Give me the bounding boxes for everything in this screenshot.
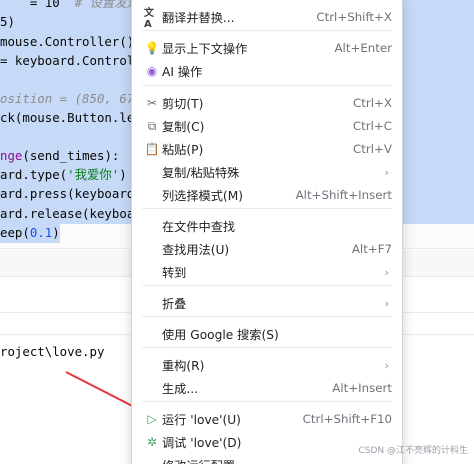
- watermark: CSDN @江不亮辉的计科生: [358, 446, 468, 456]
- code-token: mouse.Controller(): [0, 34, 135, 49]
- menu-item-shortcut: Alt+F7: [351, 242, 392, 256]
- menu-separator: [142, 401, 392, 402]
- copy-icon: ⧉: [147, 118, 157, 133]
- code-line[interactable]: = keyboard.Control: [0, 52, 134, 70]
- paste-icon: 📋: [144, 142, 160, 156]
- menu-item-shortcut: Ctrl+V: [353, 142, 392, 156]
- menu-item-label: 重构(R): [162, 359, 205, 373]
- menu-separator: [142, 347, 392, 348]
- menu-item-shortcut: Alt+Insert: [332, 381, 392, 395]
- code-line[interactable]: nge(send_times):: [0, 147, 119, 165]
- menu-item-translate[interactable]: 文A 翻译并替换... Ctrl+Shift+X: [136, 5, 398, 30]
- code-line[interactable]: osition = (850, 67: [0, 90, 134, 108]
- menu-item-paste[interactable]: 📋 粘贴(P) Ctrl+V: [136, 137, 398, 161]
- chevron-right-icon: ›: [384, 296, 389, 310]
- menu-item-find-in-files[interactable]: 在文件中查找: [136, 214, 398, 238]
- ai-icon: ◉: [146, 64, 158, 78]
- code-token: = keyboard.Control: [0, 53, 135, 68]
- code-line[interactable]: ard.type('我爱你'): [0, 166, 127, 184]
- code-token: 5): [0, 14, 15, 29]
- menu-item-label: 翻译并替换...: [162, 11, 235, 25]
- menu-item-ai-actions[interactable]: ◉ AI 操作: [136, 59, 398, 83]
- menu-item-label: 在文件中查找: [162, 220, 236, 234]
- code-token: = 10: [0, 0, 75, 10]
- chevron-right-icon: ›: [384, 358, 389, 372]
- menu-item-label: 粘贴(P): [162, 143, 204, 157]
- menu-item-shortcut: Ctrl+Shift+X: [316, 10, 392, 24]
- code-line[interactable]: mouse.Controller(): [0, 33, 134, 51]
- code-token: ): [119, 167, 127, 182]
- menu-item-copy-paste-special[interactable]: 复制/粘贴特殊 ›: [136, 160, 398, 184]
- run-icon: ▷: [147, 412, 157, 426]
- code-line[interactable]: ard.release(keyboa: [0, 205, 134, 223]
- code-token: nge: [0, 148, 23, 163]
- code-token: ard.release(keyboa: [0, 206, 135, 221]
- code-line[interactable]: 5): [0, 13, 15, 31]
- menu-item-shortcut: Alt+Enter: [334, 41, 392, 55]
- menu-separator: [142, 85, 392, 86]
- menu-item-column-selection[interactable]: 列选择模式(M) Alt+Shift+Insert: [136, 183, 398, 207]
- menu-item-shortcut: Alt+Shift+Insert: [295, 188, 392, 202]
- code-line[interactable]: eep(0.1): [0, 224, 60, 242]
- lightbulb-icon: 💡: [144, 41, 160, 55]
- menu-item-label: 查找用法(U): [162, 243, 230, 257]
- menu-separator: [142, 285, 392, 286]
- menu-item-label: 剪切(T): [162, 97, 204, 111]
- menu-item-generate[interactable]: 生成... Alt+Insert: [136, 376, 398, 400]
- menu-item-label: 显示上下文操作: [162, 42, 248, 56]
- menu-separator: [142, 30, 392, 31]
- menu-item-label: 列选择模式(M): [162, 189, 243, 203]
- menu-item-label: 运行 'love'(U): [162, 413, 241, 427]
- debug-icon: ✲: [146, 435, 158, 449]
- menu-item-label: 转到: [162, 266, 187, 280]
- menu-item-label: 复制(C): [162, 120, 205, 134]
- menu-item-cut[interactable]: ✂ 剪切(T) Ctrl+X: [136, 91, 398, 115]
- menu-item-label: AI 操作: [162, 65, 203, 79]
- menu-item-label: 使用 Google 搜索(S): [162, 328, 279, 342]
- menu-item-label: 生成...: [162, 382, 198, 396]
- code-token: '我爱你': [67, 167, 120, 182]
- chevron-right-icon: ›: [384, 165, 389, 179]
- menu-item-copy[interactable]: ⧉ 复制(C) Ctrl+C: [136, 114, 398, 138]
- menu-item-label: 折叠: [162, 297, 187, 311]
- code-token: osition = (850, 67: [0, 91, 135, 106]
- menu-separator: [142, 316, 392, 317]
- menu-item-label: 复制/粘贴特殊: [162, 166, 240, 180]
- menu-item-refactor[interactable]: 重构(R) ›: [136, 353, 398, 377]
- menu-item-shortcut: Ctrl+C: [352, 119, 392, 133]
- menu-item-goto[interactable]: 转到 ›: [136, 260, 398, 284]
- menu-item-label: 修改运行配置...: [162, 456, 247, 464]
- code-token: ck(mouse.Button.le: [0, 110, 135, 125]
- menu-item-find-usages[interactable]: 查找用法(U) Alt+F7: [136, 237, 398, 261]
- translate-icon: 文A: [144, 8, 154, 30]
- code-line[interactable]: ck(mouse.Button.le: [0, 109, 134, 127]
- menu-item-google-search[interactable]: 使用 Google 搜索(S): [136, 322, 398, 346]
- menu-item-shortcut: Ctrl+X: [353, 96, 392, 110]
- code-line[interactable]: ard.press(keyboard: [0, 185, 134, 203]
- menu-item-run[interactable]: ▷ 运行 'love'(U) Ctrl+Shift+F10: [136, 407, 398, 431]
- menu-separator: [142, 208, 392, 209]
- menu-item-shortcut: Ctrl+Shift+F10: [302, 412, 392, 426]
- code-token: (send_times):: [22, 148, 120, 163]
- menu-item-context-actions[interactable]: 💡 显示上下文操作 Alt+Enter: [136, 36, 398, 60]
- code-token: ard.press(keyboard: [0, 186, 135, 201]
- code-token: ard.type(: [0, 167, 68, 182]
- code-token: 0.1: [29, 225, 53, 240]
- chevron-right-icon: ›: [384, 265, 389, 279]
- context-menu: 文A 翻译并替换... Ctrl+Shift+X 💡 显示上下文操作 Alt+Enter ◉…: [131, 0, 403, 464]
- code-token: ): [52, 225, 60, 240]
- menu-item-label: 调试 'love'(D): [162, 436, 242, 450]
- menu-item-folding[interactable]: 折叠 ›: [136, 291, 398, 315]
- scissors-icon: ✂: [146, 96, 158, 110]
- code-token: eep(: [0, 225, 30, 240]
- run-output-path: roject\love.py: [0, 344, 105, 359]
